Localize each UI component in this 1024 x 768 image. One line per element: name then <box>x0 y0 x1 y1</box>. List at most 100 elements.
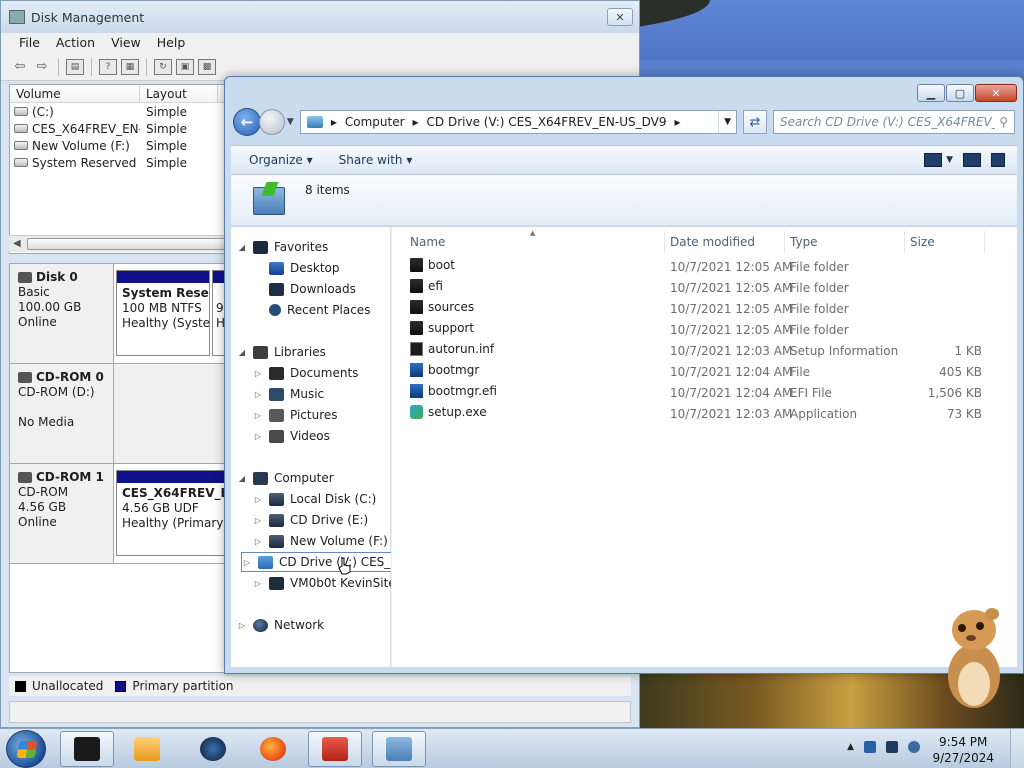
cd-rom-0-row[interactable]: CD-ROM 0 CD-ROM (D:) No Media <box>10 364 232 464</box>
nav-cd-drive-e[interactable]: ▷ CD Drive (E:) <box>253 510 368 530</box>
recent-pages-dropdown-icon[interactable]: ▼ <box>287 117 294 127</box>
file-row[interactable]: setup.exe 10/7/2021 12:03 AM Application 73… <box>392 404 1018 424</box>
column-size[interactable]: Size <box>910 235 935 249</box>
column-layout[interactable]: Layout <box>140 85 218 102</box>
column-name[interactable]: Name <box>410 235 445 249</box>
change-view-icon[interactable] <box>924 153 943 167</box>
nav-pictures[interactable]: ▷ Pictures <box>253 405 338 425</box>
share-with-button[interactable]: Share with ▾ <box>325 153 425 167</box>
cd-drive-icon <box>269 513 284 527</box>
hard-drive-icon <box>269 492 284 506</box>
menu-file[interactable]: File <box>11 33 48 53</box>
scroll-left-icon[interactable]: ◀ <box>13 238 21 249</box>
address-arrow-icon[interactable]: ▸ <box>413 115 419 129</box>
column-date-modified[interactable]: Date modified <box>670 235 755 249</box>
disk-0-row[interactable]: Disk 0 Basic 100.00 GB Online System Res… <box>10 264 232 364</box>
address-crumb-cd-drive[interactable]: CD Drive (V:) CES_X64FREV_EN-US_DV9 <box>427 115 667 129</box>
view-dropdown-icon[interactable]: ▼ <box>946 155 953 165</box>
nav-documents[interactable]: ▷ Documents <box>253 363 359 383</box>
file-row[interactable]: efi 10/7/2021 12:05 AM File folder <box>392 278 1018 298</box>
music-icon <box>269 387 284 401</box>
nav-network-share[interactable]: ▷ VM0b0t KevinSite <box>253 573 396 593</box>
file-row[interactable]: bootmgr.efi 10/7/2021 12:04 AM EFI File 1,5… <box>392 383 1018 403</box>
minimize-button[interactable]: ▁ <box>917 84 945 102</box>
clock[interactable]: 9:54 PM 9/27/2024 <box>932 734 994 766</box>
volume-row[interactable]: System Reserved Simple <box>10 154 230 171</box>
help-icon[interactable]: ? <box>99 58 117 75</box>
taskbar-toolbox[interactable] <box>308 731 362 767</box>
nav-network[interactable]: ▷ Network <box>237 615 324 635</box>
volume-list-scrollbar[interactable]: ◀ <box>9 235 231 252</box>
nav-music[interactable]: ▷ Music <box>253 384 324 404</box>
nav-desktop[interactable]: Desktop <box>253 258 340 278</box>
file-row[interactable]: autorun.inf 10/7/2021 12:03 AM Setup Infor… <box>392 341 1018 361</box>
menu-action[interactable]: Action <box>48 33 103 53</box>
properties-icon[interactable]: ▦ <box>121 58 139 75</box>
organize-button[interactable]: Organize ▾ <box>231 153 325 167</box>
nav-local-disk-c[interactable]: ▷ Local Disk (C:) <box>253 489 376 509</box>
sort-ascending-icon: ▲ <box>530 229 536 237</box>
taskbar-globe[interactable] <box>186 731 240 767</box>
column-volume[interactable]: Volume <box>10 85 140 102</box>
search-box[interactable]: Search CD Drive (V:) CES_X64FREV_E... ⚲ <box>772 110 1015 134</box>
file-row[interactable]: sources 10/7/2021 12:05 AM File folder <box>392 299 1018 319</box>
preview-pane-icon[interactable] <box>963 153 981 167</box>
partition-ces[interactable]: CES_X64FREV_EN-4.56 GB UDFHealthy (Prima… <box>116 470 232 556</box>
show-hidden-icons-icon[interactable]: ▲ <box>847 742 854 752</box>
cd-rom-1-row[interactable]: CD-ROM 1 CD-ROM 4.56 GB Online CES_X64FR… <box>10 464 232 564</box>
nav-computer[interactable]: ◢ Computer <box>237 468 334 488</box>
refresh-button[interactable]: ⇄ <box>743 110 767 134</box>
taskbar-media-player[interactable] <box>120 731 174 767</box>
volume-row[interactable]: CES_X64FREV_EN-...Simple <box>10 120 230 137</box>
address-crumb-computer[interactable]: Computer <box>345 115 405 129</box>
nav-recent-places[interactable]: Recent Places <box>253 300 370 320</box>
disk-management-titlebar: Disk Management ✕ <box>1 1 639 33</box>
address-arrow-icon[interactable]: ▸ <box>331 115 337 129</box>
start-button[interactable] <box>6 730 46 768</box>
date-modified-cell: 10/7/2021 12:04 AM <box>670 365 793 379</box>
nav-new-volume-f[interactable]: ▷ New Volume (F:) <box>253 531 388 551</box>
taskbar-firefox[interactable] <box>246 731 300 767</box>
size-cell: 1 KB <box>954 344 982 358</box>
show-desktop-button[interactable] <box>1010 729 1024 768</box>
file-row[interactable]: boot 10/7/2021 12:05 AM File folder <box>392 257 1018 277</box>
type-cell: Setup Information <box>790 344 899 358</box>
volume-row[interactable]: New Volume (F:) Simple <box>10 137 230 154</box>
volume-tray-icon[interactable] <box>908 741 920 753</box>
column-type[interactable]: Type <box>790 235 818 249</box>
close-button[interactable]: ✕ <box>975 84 1017 102</box>
address-dropdown-icon[interactable]: ▼ <box>718 111 736 133</box>
taskbar-explorer[interactable] <box>372 731 426 767</box>
settings-icon[interactable]: ▩ <box>198 58 216 75</box>
file-row[interactable]: bootmgr 10/7/2021 12:04 AM File 405 KB <box>392 362 1018 382</box>
forward-arrow-icon[interactable]: ⇨ <box>33 59 51 75</box>
partition-system-reserved[interactable]: System Reser 100 MB NTFS Healthy (Syster <box>116 270 210 356</box>
scroll-thumb[interactable] <box>27 238 227 250</box>
taskbar: ▲ 9:54 PM 9/27/2024 <box>0 728 1024 768</box>
type-cell: File folder <box>790 302 849 316</box>
network-tray-icon[interactable] <box>864 741 876 753</box>
nav-downloads[interactable]: Downloads <box>253 279 356 299</box>
menu-view[interactable]: View <box>103 33 149 53</box>
disk-management-close-button[interactable]: ✕ <box>607 8 633 26</box>
nav-videos[interactable]: ▷ Videos <box>253 426 330 446</box>
back-arrow-icon[interactable]: ⇦ <box>11 59 29 75</box>
taskbar-disk-management[interactable] <box>60 731 114 767</box>
help-icon[interactable] <box>991 153 1005 167</box>
forward-button[interactable] <box>258 109 285 135</box>
date-modified-cell: 10/7/2021 12:05 AM <box>670 302 793 316</box>
show-hide-console-tree-icon[interactable]: ▤ <box>66 58 84 75</box>
clock-time: 9:54 PM <box>939 735 988 749</box>
file-row[interactable]: support 10/7/2021 12:05 AM File folder <box>392 320 1018 340</box>
rescan-icon[interactable]: ▣ <box>176 58 194 75</box>
back-button[interactable]: ← <box>233 108 261 136</box>
address-arrow-icon[interactable]: ▸ <box>675 115 681 129</box>
display-tray-icon[interactable] <box>886 741 898 753</box>
refresh-icon[interactable]: ↻ <box>154 58 172 75</box>
nav-favorites[interactable]: ◢ Favorites <box>237 237 328 257</box>
volume-row[interactable]: (C:) Simple <box>10 103 230 120</box>
maximize-button[interactable]: ▢ <box>946 84 974 102</box>
nav-libraries[interactable]: ◢ Libraries <box>237 342 326 362</box>
menu-help[interactable]: Help <box>149 33 194 53</box>
address-bar[interactable]: ▸ Computer ▸ CD Drive (V:) CES_X64FREV_E… <box>299 110 738 134</box>
